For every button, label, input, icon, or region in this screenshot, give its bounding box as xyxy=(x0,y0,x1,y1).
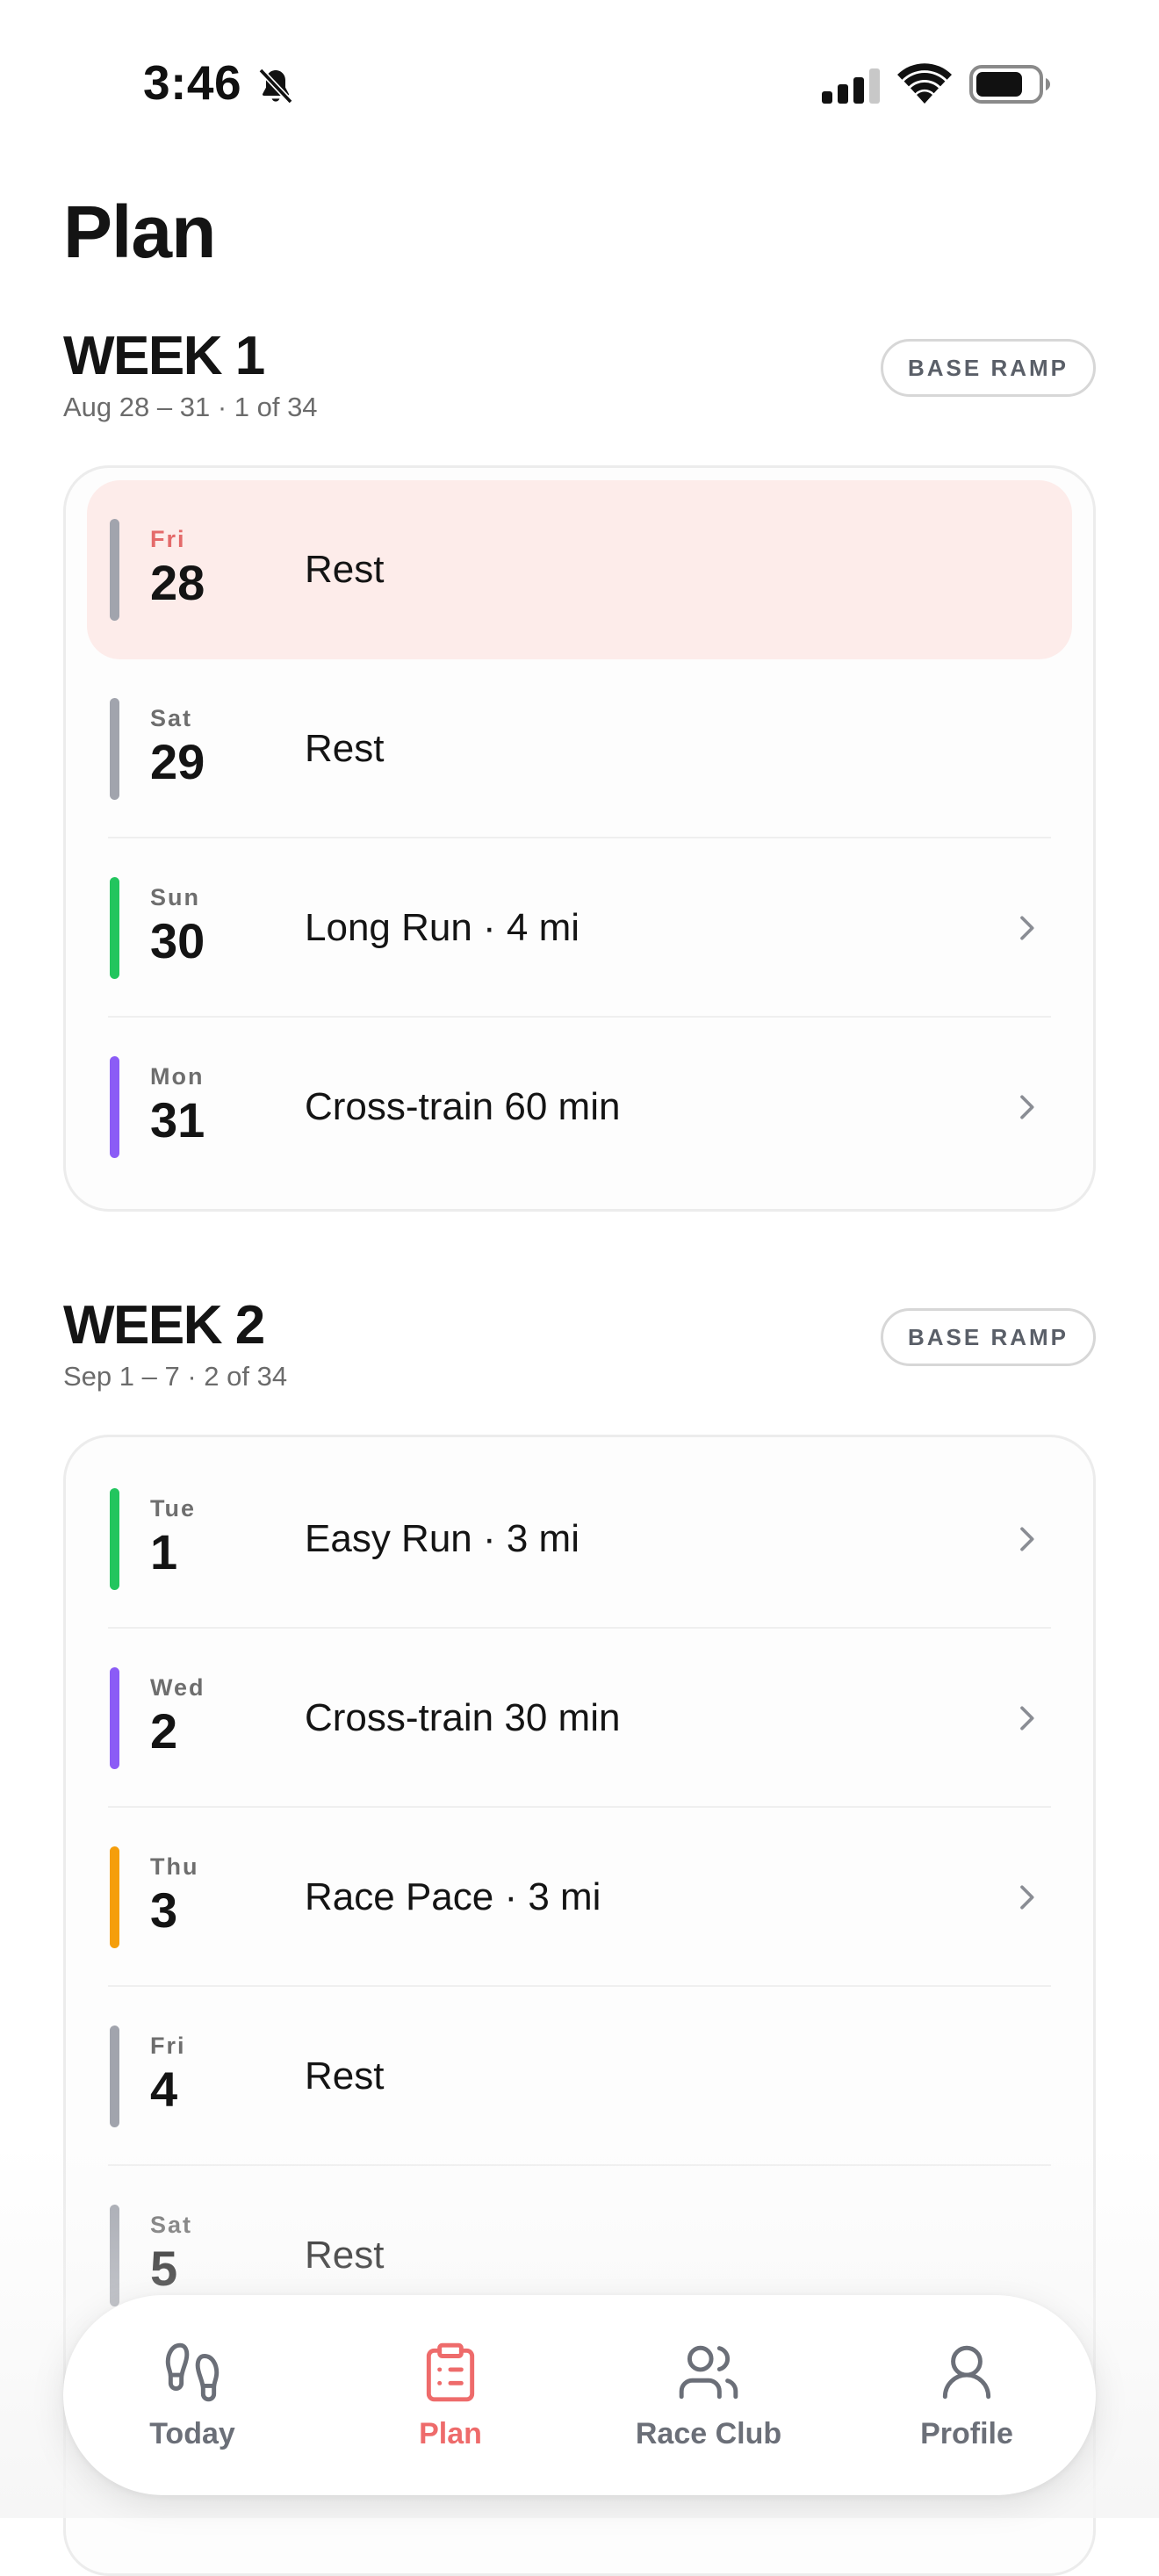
workout-type-indicator xyxy=(110,877,119,979)
day-date: Sun 30 xyxy=(150,884,205,968)
day-row[interactable]: Mon 31 Cross-train 60 min xyxy=(87,1018,1072,1197)
tab-label: Race Club xyxy=(635,2416,782,2450)
status-time: 3:46 xyxy=(143,55,242,110)
week-card: Fri 28 Rest Sat 29 Rest Sun 30 Long Run · 4 mi Mo… xyxy=(63,465,1096,1212)
wifi-icon xyxy=(897,63,952,104)
chevron-right-icon xyxy=(1020,1885,1034,1910)
tab-race-club[interactable]: Race Club xyxy=(580,2295,838,2495)
day-date: Fri 4 xyxy=(150,2033,186,2117)
day-of-week: Sun xyxy=(150,884,200,910)
clipboard-list-icon xyxy=(426,2342,475,2401)
day-number: 30 xyxy=(150,913,205,968)
day-number: 2 xyxy=(150,1703,178,1759)
day-date: Sat 29 xyxy=(150,705,205,789)
battery-icon xyxy=(969,65,1050,104)
workout-label: Race Pace · 3 mi xyxy=(305,1875,601,1918)
day-date: Thu 3 xyxy=(150,1853,198,1938)
users-icon xyxy=(679,2345,738,2399)
day-date: Tue 1 xyxy=(150,1495,196,1579)
chevron-right-icon xyxy=(1020,1706,1034,1731)
day-date: Mon 31 xyxy=(150,1063,205,1148)
day-number: 28 xyxy=(150,555,205,610)
day-number: 31 xyxy=(150,1092,205,1148)
phase-badge: BASE RAMP xyxy=(880,339,1096,397)
day-row[interactable]: Wed 2 Cross-train 30 min xyxy=(87,1629,1072,1808)
day-of-week: Thu xyxy=(150,1853,199,1880)
workout-type-indicator xyxy=(110,2026,119,2127)
user-icon xyxy=(942,2345,991,2399)
workout-label: Cross-train 60 min xyxy=(305,1085,621,1128)
day-row[interactable]: Fri 28 Rest xyxy=(87,480,1072,659)
day-date: Fri 28 xyxy=(150,526,205,610)
workout-type-indicator xyxy=(110,698,119,800)
workout-label: Rest xyxy=(305,727,385,770)
tab-label: Profile xyxy=(920,2416,1013,2450)
chevron-right-icon xyxy=(1020,1095,1034,1119)
tab-today[interactable]: Today xyxy=(63,2295,321,2495)
workout-label: Long Run · 4 mi xyxy=(305,906,580,949)
day-number: 4 xyxy=(150,2062,178,2117)
workout-type-indicator xyxy=(110,519,119,621)
workout-type-indicator xyxy=(110,1846,119,1948)
tab-bar: Today Plan Race Club Profile xyxy=(63,2295,1096,2495)
phase-badge: BASE RAMP xyxy=(880,1308,1096,1366)
day-of-week: Sat xyxy=(150,705,193,731)
week-header: WEEK 1 Aug 28 – 31 · 1 of 34 BASE RAMP xyxy=(63,327,1096,425)
day-of-week: Mon xyxy=(150,1063,205,1090)
day-row[interactable]: Sat 29 Rest xyxy=(87,659,1072,838)
workout-label: Cross-train 30 min xyxy=(305,1696,621,1739)
workout-label: Easy Run · 3 mi xyxy=(305,1517,580,1560)
chevron-right-icon xyxy=(1020,916,1034,940)
tab-plan[interactable]: Plan xyxy=(321,2295,580,2495)
footprints-icon xyxy=(165,2342,220,2401)
day-of-week: Fri xyxy=(150,526,186,552)
day-row[interactable]: Fri 4 Rest xyxy=(87,1987,1072,2166)
workout-label: Rest xyxy=(305,2054,385,2097)
day-of-week: Tue xyxy=(150,1495,196,1522)
day-date: Wed 2 xyxy=(150,1674,205,1759)
week-header: WEEK 2 Sep 1 – 7 · 2 of 34 BASE RAMP xyxy=(63,1296,1096,1394)
day-number: 1 xyxy=(150,1524,178,1579)
cellular-signal-icon xyxy=(822,68,880,104)
status-bar: 3:46 xyxy=(0,0,1159,167)
day-number: 3 xyxy=(150,1882,178,1938)
day-of-week: Wed xyxy=(150,1674,205,1701)
day-number: 29 xyxy=(150,734,205,789)
tab-profile[interactable]: Profile xyxy=(838,2295,1096,2495)
workout-type-indicator xyxy=(110,1056,119,1158)
workout-label: Rest xyxy=(305,548,385,591)
page-title: Plan xyxy=(63,191,216,273)
day-of-week: Fri xyxy=(150,2033,186,2059)
day-row[interactable]: Sun 30 Long Run · 4 mi xyxy=(87,838,1072,1018)
tab-label: Plan xyxy=(419,2416,482,2450)
workout-type-indicator xyxy=(110,1667,119,1769)
workout-type-indicator xyxy=(110,1488,119,1590)
chevron-right-icon xyxy=(1020,1527,1034,1551)
tab-label: Today xyxy=(149,2416,235,2450)
day-row[interactable]: Thu 3 Race Pace · 3 mi xyxy=(87,1808,1072,1987)
bell-off-icon xyxy=(258,68,293,104)
day-row[interactable]: Tue 1 Easy Run · 3 mi xyxy=(87,1450,1072,1629)
